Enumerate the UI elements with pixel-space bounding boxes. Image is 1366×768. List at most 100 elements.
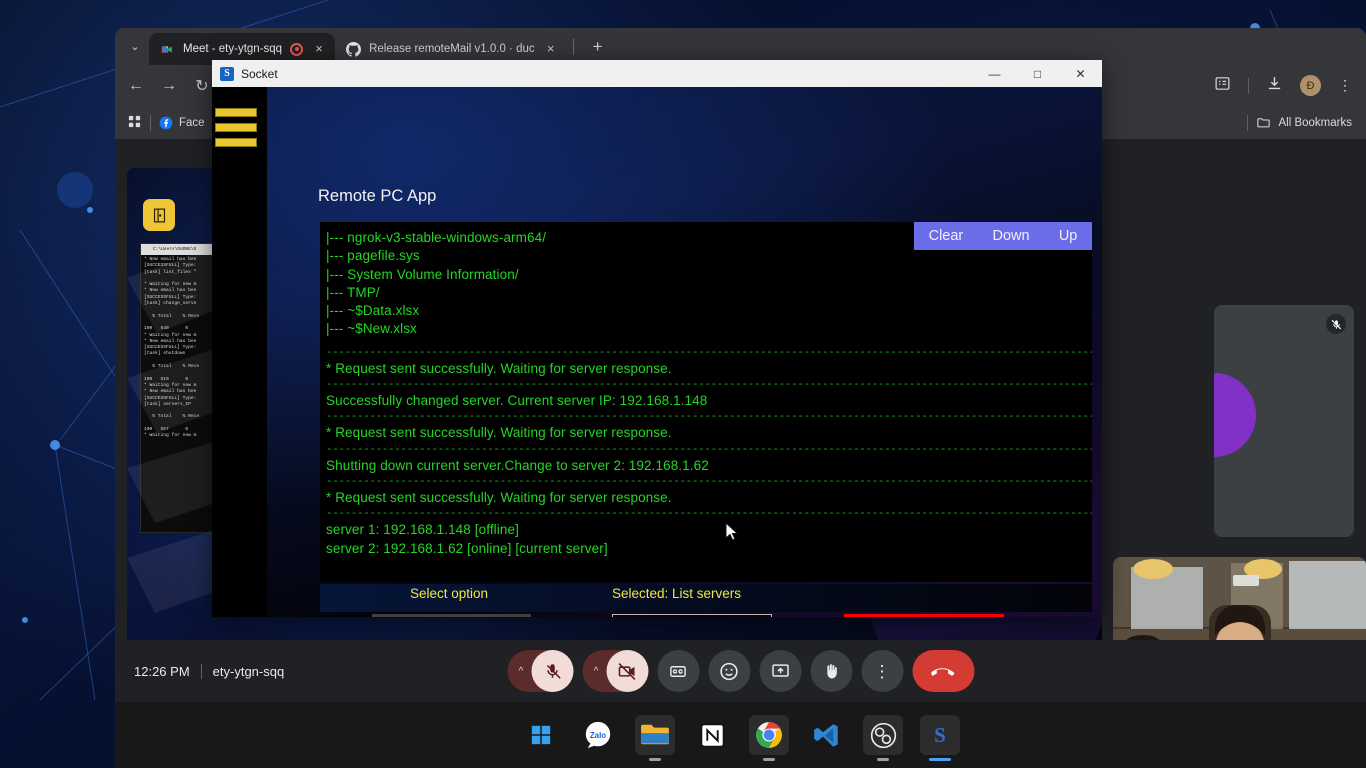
terminal-line: |--- TMP/ <box>326 284 380 300</box>
participant-tile[interactable] <box>1214 305 1354 537</box>
scroll-down-button[interactable]: Down <box>993 228 1030 244</box>
tab-close-icon[interactable]: × <box>543 41 559 57</box>
all-bookmarks-entry[interactable]: All Bookmarks <box>1246 114 1352 131</box>
terminal-output[interactable]: Clear Down Up |--- ngrok-v3-stable-windo… <box>320 222 1092 582</box>
avatar <box>1214 373 1256 457</box>
terminal-separator: ----------------------------------------… <box>326 475 1092 488</box>
tab-recording-indicator-icon[interactable] <box>290 42 304 56</box>
reload-icon[interactable]: ↻ <box>193 76 211 96</box>
bookmark-divider-right <box>1246 114 1248 131</box>
meet-meeting-code: ety-ytgn-sqq <box>212 663 285 679</box>
hand-icon <box>826 664 837 679</box>
taskbar-indicator <box>763 758 775 761</box>
downloads-icon[interactable] <box>1266 75 1283 97</box>
terminal-line: * Request sent successfully. Waiting for… <box>326 360 672 376</box>
obs-icon <box>870 722 896 748</box>
svg-text:Zalo: Zalo <box>590 731 606 740</box>
kebab-menu-icon: ⋮ <box>873 661 891 681</box>
windows-logo-icon <box>531 725 551 745</box>
terminal-line: server 1: 192.168.1.148 [offline] <box>326 522 519 538</box>
minimize-button[interactable]: — <box>973 60 1016 87</box>
present-button[interactable] <box>759 650 801 692</box>
zalo-icon: Zalo <box>585 721 611 749</box>
microphone-toggle[interactable]: ^ <box>507 650 573 692</box>
socket-icon: S <box>934 722 946 747</box>
apps-grid-icon[interactable] <box>127 114 142 132</box>
back-icon[interactable]: ← <box>127 77 145 95</box>
toolbar-right-actions: Đ ⋮ <box>1214 65 1352 106</box>
terminal-line: server 2: 192.168.1.62 [online] [current… <box>326 540 608 556</box>
captions-toggle[interactable] <box>657 650 699 692</box>
maximize-button[interactable]: □ <box>1016 60 1059 87</box>
start-button[interactable] <box>521 715 561 755</box>
hamburger-menu-icon[interactable] <box>215 108 257 153</box>
terminal-separator: ----------------------------------------… <box>326 379 1092 392</box>
avatar[interactable]: Đ <box>1300 75 1321 96</box>
forward-icon[interactable]: → <box>160 77 178 95</box>
taskbar-chrome[interactable] <box>749 715 789 761</box>
terminal-lines: |--- ngrok-v3-stable-windows-arm64/|--- … <box>320 222 1092 558</box>
select-option-label: Select option <box>410 586 489 601</box>
vscode-icon <box>813 723 838 747</box>
terminal-line: |--- System Volume Information/ <box>326 266 519 282</box>
chevron-up-icon-2[interactable]: ^ <box>587 666 605 677</box>
github-icon <box>346 41 362 57</box>
selected-option-label: Selected: List servers <box>612 586 742 601</box>
terminal-line: * Request sent successfully. Waiting for… <box>326 425 672 441</box>
bookmark-item-facebook[interactable]: Face <box>159 116 205 130</box>
tab-search-chevron-icon[interactable]: ⌄ <box>121 32 149 60</box>
option-button[interactable]: Option <box>372 614 531 617</box>
desktop: ⌄ Meet - ety-ytgn-sqq × Release remoteMa… <box>0 0 1366 768</box>
participant-muted-icon <box>1326 314 1346 334</box>
present-screen-icon <box>771 664 789 677</box>
cc-icon <box>670 665 686 677</box>
taskbar-obs[interactable] <box>863 715 903 761</box>
more-options-button[interactable]: ⋮ <box>861 650 903 692</box>
meta-divider <box>200 663 202 679</box>
terminal-separator: ----------------------------------------… <box>326 346 1092 359</box>
send-button[interactable]: SEND <box>844 614 1004 617</box>
terminal-action-buttons: Clear Down Up <box>914 222 1092 250</box>
page-title: Remote PC App <box>318 187 437 205</box>
socket-window-title: Socket <box>241 66 278 81</box>
toolbar-divider <box>1248 77 1249 94</box>
video-off-icon <box>606 650 648 692</box>
meet-time: 12:26 PM <box>134 663 190 679</box>
taskbar-indicator <box>877 758 889 761</box>
mouse-cursor <box>725 522 739 541</box>
socket-sidebar <box>212 87 267 617</box>
raise-hand-button[interactable] <box>810 650 852 692</box>
meet-meta-info: 12:26 PM ety-ytgn-sqq <box>134 663 285 679</box>
taskbar-indicator <box>929 758 951 761</box>
clear-button[interactable]: Clear <box>929 228 964 244</box>
browser-tab-title: Release remoteMail v1.0.0 · duc <box>369 43 535 55</box>
leave-call-button[interactable] <box>912 650 974 692</box>
command-input[interactable] <box>612 614 772 617</box>
taskbar-zalo[interactable]: Zalo <box>578 715 618 755</box>
terminal-separator: ----------------------------------------… <box>326 508 1092 521</box>
terminal-line: |--- pagefile.sys <box>326 248 420 264</box>
close-button[interactable]: ✕ <box>1059 60 1102 87</box>
taskbar-socket[interactable]: S <box>920 715 960 761</box>
notion-icon <box>700 723 724 747</box>
reading-list-icon[interactable] <box>1214 75 1231 97</box>
socket-title-bar[interactable]: S Socket — □ ✕ <box>212 60 1102 87</box>
scroll-up-button[interactable]: Up <box>1059 228 1078 244</box>
camera-toggle[interactable]: ^ <box>582 650 648 692</box>
socket-app-window: S Socket — □ ✕ Remote PC App Clear Down <box>212 60 1102 617</box>
terminal-line: Successfully changed server. Current ser… <box>326 393 708 409</box>
taskbar-file-explorer[interactable] <box>635 715 675 761</box>
new-tab-button[interactable]: + <box>585 35 611 61</box>
google-meet-icon <box>160 42 175 57</box>
folder-icon <box>641 724 669 745</box>
taskbar-vscode[interactable] <box>806 715 846 755</box>
meet-control-bar: 12:26 PM ety-ytgn-sqq ^ ^ ⋮ <box>115 640 1366 702</box>
chrome-menu-icon[interactable]: ⋮ <box>1338 77 1352 94</box>
folder-icon <box>1256 118 1270 128</box>
socket-controls: Select option Selected: List servers Opt… <box>320 584 1092 617</box>
tab-close-icon[interactable]: × <box>311 41 327 57</box>
taskbar-notion[interactable] <box>692 715 732 755</box>
reactions-button[interactable] <box>708 650 750 692</box>
chevron-up-icon[interactable]: ^ <box>512 666 530 677</box>
control-labels: Select option Selected: List servers <box>320 584 1092 612</box>
